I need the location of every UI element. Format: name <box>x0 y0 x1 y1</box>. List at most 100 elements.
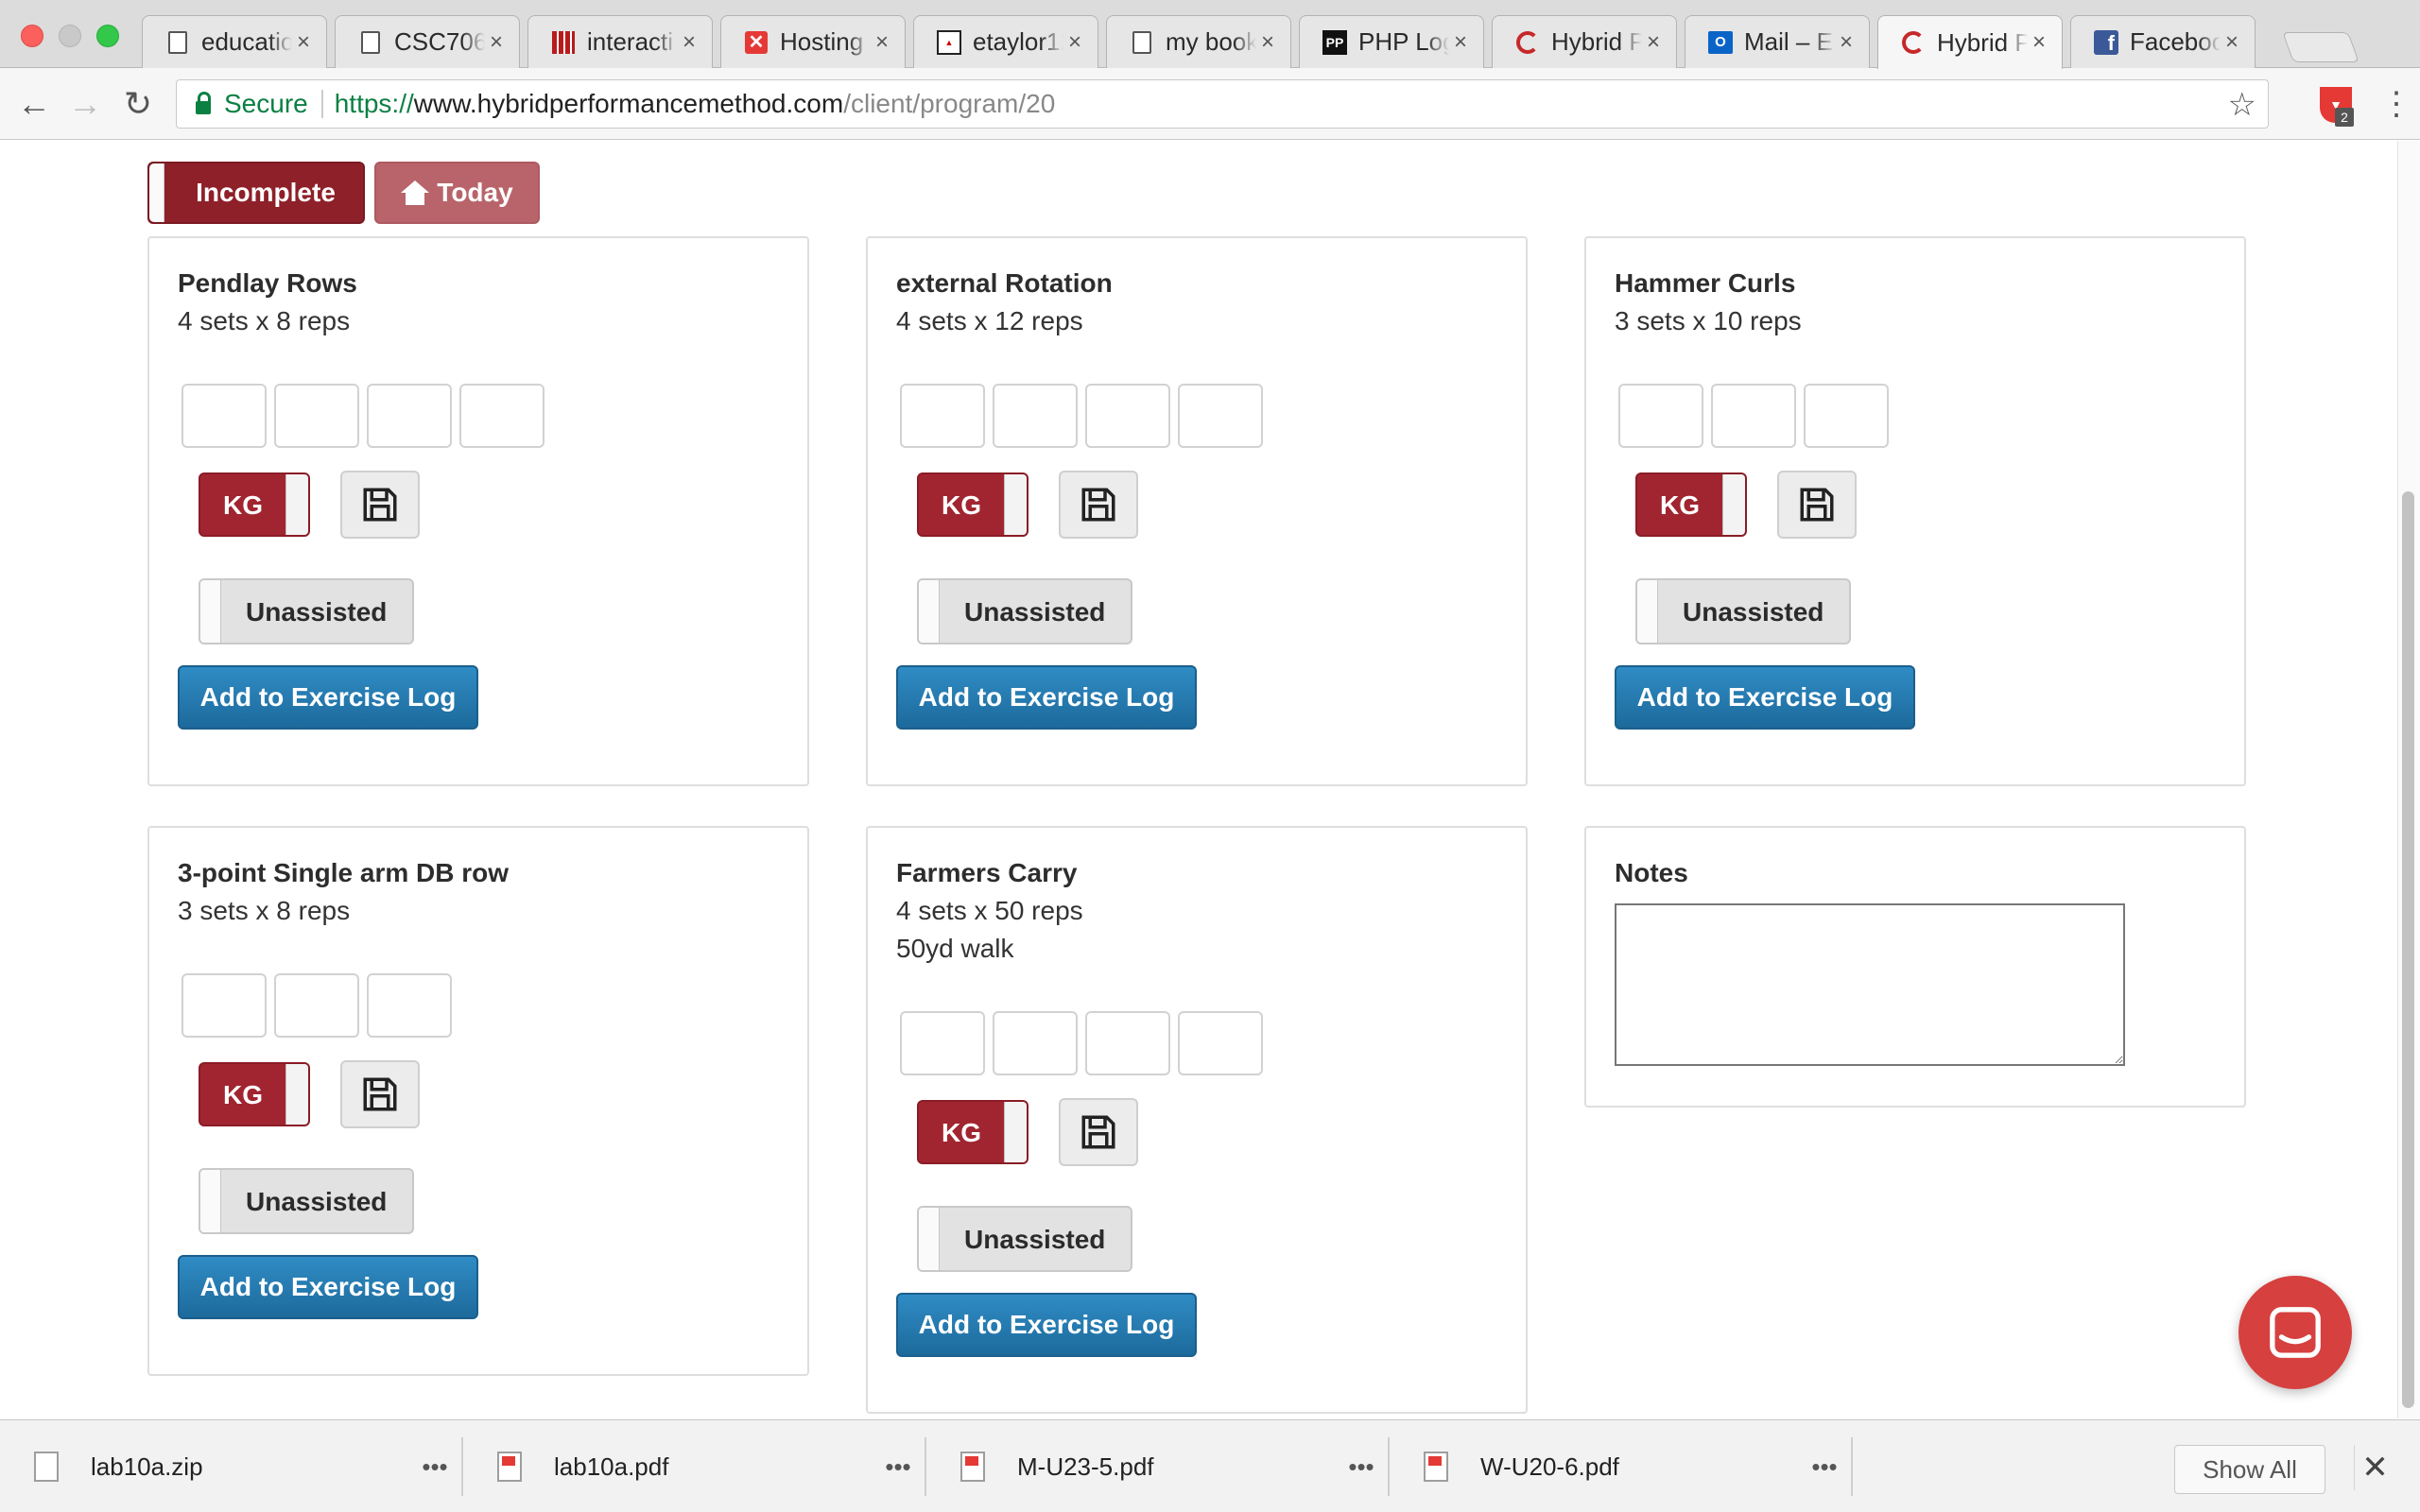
close-tab-icon[interactable]: × <box>1835 29 1858 56</box>
floppy-disk-icon <box>363 488 397 522</box>
bookmark-star-icon[interactable]: ☆ <box>2228 86 2256 124</box>
toggle-knob <box>1722 474 1745 535</box>
assist-toggle[interactable]: Unassisted <box>199 578 414 644</box>
assist-toggle[interactable]: Unassisted <box>1635 578 1851 644</box>
assist-toggle[interactable]: Unassisted <box>917 578 1132 644</box>
browser-tab-active[interactable]: Hybrid P × <box>1877 15 2063 69</box>
save-button[interactable] <box>1059 471 1138 539</box>
browser-menu-icon[interactable]: ⋮ <box>2380 87 2412 125</box>
unit-label: KG <box>942 1118 981 1147</box>
set-weight-input[interactable] <box>1711 384 1796 448</box>
unit-toggle[interactable]: KG <box>199 1062 310 1126</box>
set-weight-input[interactable] <box>367 973 452 1038</box>
set-weight-input[interactable] <box>1804 384 1889 448</box>
forward-button[interactable]: → <box>64 83 106 125</box>
download-filename: lab10a.pdf <box>554 1452 669 1481</box>
set-weight-input[interactable] <box>182 973 267 1038</box>
incomplete-toggle[interactable]: Incomplete <box>147 162 365 224</box>
add-to-exercise-log-button[interactable]: Add to Exercise Log <box>1615 665 1915 730</box>
browser-tab[interactable]: PP PHP Log × <box>1299 15 1484 68</box>
scrollbar-thumb[interactable] <box>2402 491 2414 1408</box>
close-tab-icon[interactable]: × <box>2028 29 2050 56</box>
close-tab-icon[interactable]: × <box>871 29 893 56</box>
reload-button[interactable]: ↻ <box>117 83 159 125</box>
download-item[interactable]: M-U23-5.pdf ••• <box>926 1420 1390 1512</box>
minimize-window-button[interactable] <box>59 25 81 47</box>
browser-tab[interactable]: ✕ Hosting × <box>720 15 906 68</box>
set-weight-input[interactable] <box>993 384 1078 448</box>
address-bar[interactable]: Secure https:// www.hybridperformancemet… <box>176 79 2269 129</box>
browser-tab[interactable]: f Faceboo × <box>2070 15 2256 68</box>
assist-toggle[interactable]: Unassisted <box>199 1168 414 1234</box>
url-host: www.hybridperformancemethod.com <box>413 89 844 118</box>
add-to-exercise-log-button[interactable]: Add to Exercise Log <box>896 665 1197 730</box>
unit-toggle[interactable]: KG <box>1635 472 1747 537</box>
set-weight-input[interactable] <box>1618 384 1703 448</box>
close-tab-icon[interactable]: × <box>1063 29 1086 56</box>
close-tab-icon[interactable]: × <box>1642 29 1665 56</box>
close-shelf-icon[interactable]: ✕ <box>2354 1445 2395 1490</box>
unit-toggle[interactable]: KG <box>199 472 310 537</box>
omnibox-divider <box>320 90 323 118</box>
close-tab-icon[interactable]: × <box>292 29 315 56</box>
save-button[interactable] <box>340 1060 420 1128</box>
more-options-icon[interactable]: ••• <box>406 1452 463 1482</box>
more-options-icon[interactable]: ••• <box>1333 1452 1390 1482</box>
chat-launcher-button[interactable] <box>2238 1276 2352 1389</box>
browser-tab[interactable]: O Mail – En × <box>1685 15 1870 68</box>
set-weight-input[interactable] <box>182 384 267 448</box>
incomplete-label: Incomplete <box>196 178 336 207</box>
browser-tab[interactable]: my book × <box>1106 15 1291 68</box>
set-weight-input[interactable] <box>900 1011 985 1075</box>
lock-icon <box>196 92 211 114</box>
show-all-downloads-button[interactable]: Show All <box>2174 1445 2325 1494</box>
more-options-icon[interactable]: ••• <box>870 1452 926 1482</box>
back-button[interactable]: ← <box>13 83 55 125</box>
browser-tab[interactable]: CSC706 × <box>335 15 520 68</box>
unit-toggle[interactable]: KG <box>917 472 1028 537</box>
set-weight-input[interactable] <box>459 384 544 448</box>
close-tab-icon[interactable]: × <box>1256 29 1279 56</box>
browser-tab[interactable]: interacti × <box>527 15 713 68</box>
maximize-window-button[interactable] <box>96 25 119 47</box>
toggle-knob <box>1637 580 1658 643</box>
set-weight-input[interactable] <box>993 1011 1078 1075</box>
browser-tab[interactable]: educatio × <box>142 15 327 68</box>
download-item[interactable]: lab10a.pdf ••• <box>463 1420 926 1512</box>
set-weight-input[interactable] <box>900 384 985 448</box>
notes-textarea[interactable] <box>1615 903 2125 1066</box>
url-scheme: https:// <box>334 89 414 118</box>
download-item[interactable]: lab10a.zip ••• <box>0 1420 463 1512</box>
close-window-button[interactable] <box>21 25 43 47</box>
browser-tab[interactable]: ▲ etaylor12 × <box>913 15 1098 68</box>
close-tab-icon[interactable]: × <box>678 29 700 56</box>
outlook-icon: O <box>1708 30 1733 55</box>
today-button[interactable]: Today <box>374 162 540 224</box>
toggle-knob <box>1004 1102 1027 1162</box>
set-weight-input[interactable] <box>1178 1011 1263 1075</box>
download-item[interactable]: W-U20-6.pdf ••• <box>1390 1420 1853 1512</box>
document-icon <box>358 30 383 55</box>
add-to-exercise-log-button[interactable]: Add to Exercise Log <box>178 1255 478 1319</box>
new-tab-button[interactable] <box>2282 32 2360 62</box>
unit-toggle[interactable]: KG <box>917 1100 1028 1164</box>
exercise-scheme: 3 sets x 10 reps <box>1615 306 1802 335</box>
close-tab-icon[interactable]: × <box>2221 29 2243 56</box>
assist-toggle[interactable]: Unassisted <box>917 1206 1132 1272</box>
set-weight-input[interactable] <box>274 384 359 448</box>
set-weight-input[interactable] <box>274 973 359 1038</box>
set-weight-input[interactable] <box>367 384 452 448</box>
set-weight-input[interactable] <box>1085 384 1170 448</box>
download-shelf: lab10a.zip ••• lab10a.pdf ••• M-U23-5.pd… <box>0 1419 2420 1512</box>
browser-tab[interactable]: Hybrid P × <box>1492 15 1677 68</box>
set-weight-input[interactable] <box>1085 1011 1170 1075</box>
close-tab-icon[interactable]: × <box>485 29 508 56</box>
set-weight-input[interactable] <box>1178 384 1263 448</box>
add-to-exercise-log-button[interactable]: Add to Exercise Log <box>178 665 478 730</box>
save-button[interactable] <box>1777 471 1857 539</box>
save-button[interactable] <box>340 471 420 539</box>
save-button[interactable] <box>1059 1098 1138 1166</box>
more-options-icon[interactable]: ••• <box>1796 1452 1853 1482</box>
close-tab-icon[interactable]: × <box>1449 29 1472 56</box>
add-to-exercise-log-button[interactable]: Add to Exercise Log <box>896 1293 1197 1357</box>
